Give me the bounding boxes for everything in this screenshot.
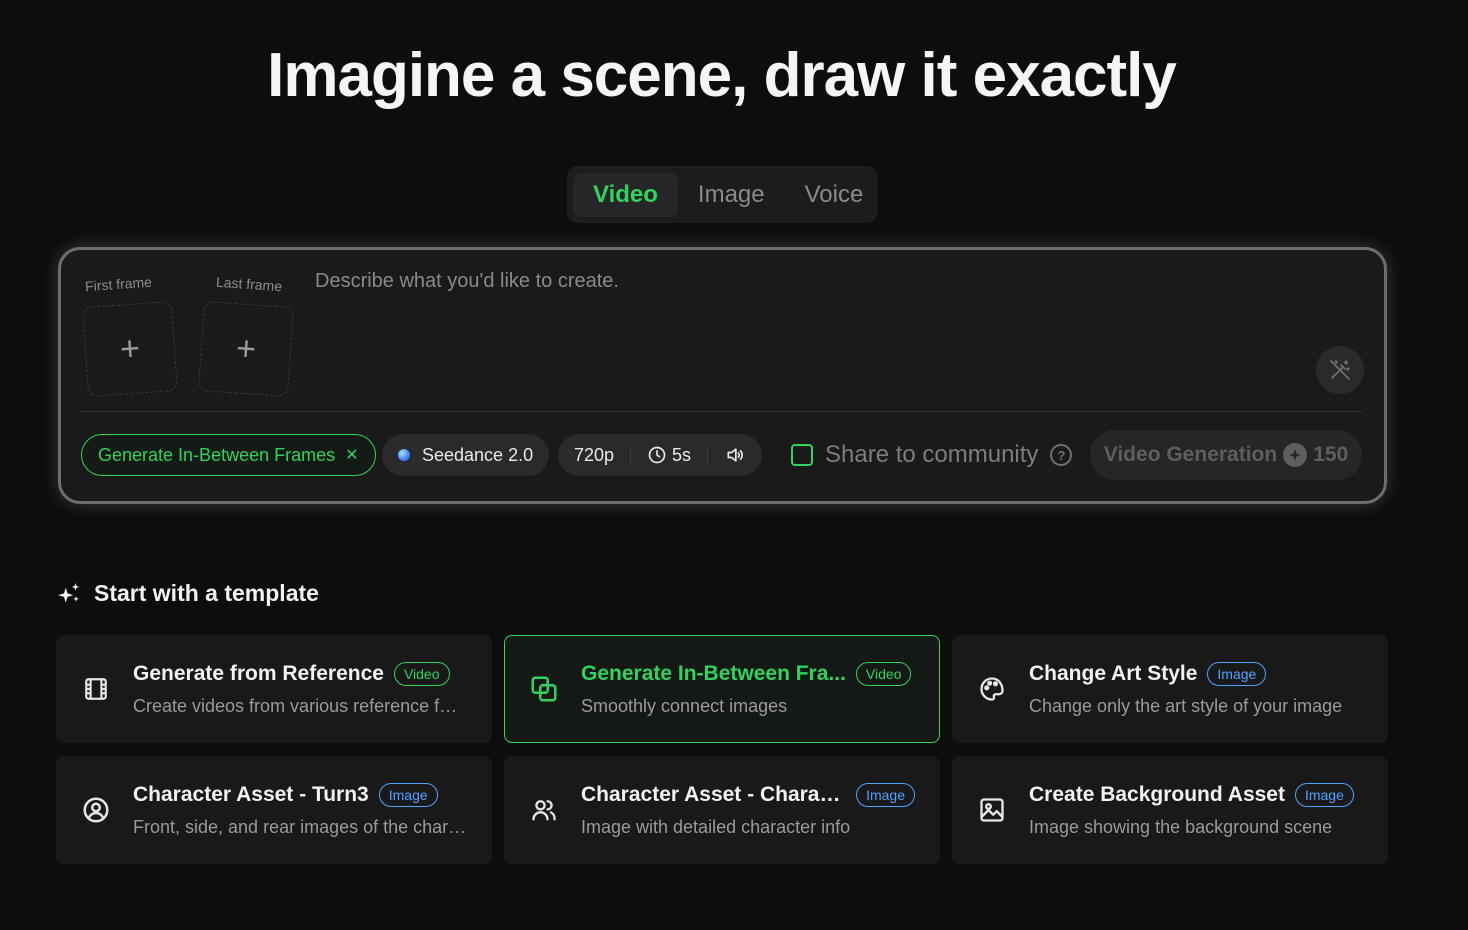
generate-label: Video Generation	[1103, 443, 1278, 466]
template-card[interactable]: Generate from Reference Video Create vid…	[56, 635, 492, 743]
model-selector[interactable]: Seedance 2.0	[382, 434, 550, 476]
share-to-community: Share to community ?	[791, 434, 1073, 476]
type-badge: Image	[856, 782, 915, 807]
card-subtitle: Image with detailed character info	[581, 816, 851, 837]
template-chip-label: Generate In-Between Frames	[98, 444, 336, 465]
palette-icon	[977, 674, 1007, 704]
settings-separator	[630, 446, 632, 464]
share-checkbox[interactable]	[791, 444, 813, 466]
template-section-header: Start with a template	[56, 580, 319, 607]
card-subtitle: Change only the art style of your image	[1029, 695, 1343, 716]
first-frame-upload[interactable]: +	[81, 300, 179, 398]
template-card[interactable]: Generate In-Between Fra... Video Smoothl…	[504, 635, 940, 743]
speaker-icon	[727, 448, 743, 462]
model-label: Seedance 2.0	[422, 444, 534, 465]
credit-icon	[1283, 443, 1308, 467]
card-title: Character Asset - Turn3	[133, 782, 369, 806]
page-title: Imagine a scene, draw it exactly	[267, 41, 1177, 110]
card-subtitle: Smoothly connect images	[581, 695, 788, 716]
card-title: Generate In-Between Fra...	[581, 661, 846, 685]
users-icon	[529, 795, 559, 825]
card-title: Generate from Reference	[133, 661, 384, 685]
prompt-composer: First frame Last frame + + Generate In-B…	[58, 247, 1387, 504]
model-logo-icon	[398, 449, 410, 461]
card-subtitle: Image showing the background scene	[1029, 816, 1333, 837]
card-subtitle: Front, side, and rear images of the char…	[133, 816, 467, 837]
clock-icon	[648, 446, 666, 464]
first-frame-label: First frame	[84, 273, 153, 295]
card-title: Change Art Style	[1029, 661, 1198, 685]
type-badge: Image	[1294, 782, 1354, 807]
duration-setting: 5s	[647, 445, 691, 466]
share-label: Share to community	[825, 441, 1039, 468]
type-badge: Image	[1207, 661, 1267, 686]
generation-settings[interactable]: 720p 5s	[558, 434, 763, 476]
type-badge: Video	[393, 661, 450, 686]
image-icon	[977, 795, 1007, 825]
template-card[interactable]: Character Asset - Turn3 Image Front, sid…	[56, 756, 492, 864]
tab-voice[interactable]: Voice	[785, 173, 884, 217]
magic-wand-icon	[1330, 360, 1350, 380]
card-title: Character Asset - Charac...	[581, 782, 847, 806]
card-title: Create Background Asset	[1029, 782, 1285, 806]
card-subtitle: Create videos from various reference for…	[133, 695, 467, 716]
duration-value: 5s	[672, 444, 692, 465]
template-card[interactable]: Change Art Style Image Change only the a…	[952, 635, 1388, 743]
settings-separator	[707, 446, 709, 464]
tab-video[interactable]: Video	[573, 172, 678, 217]
type-badge: Video	[855, 661, 912, 686]
help-icon[interactable]: ?	[1050, 444, 1073, 466]
prompt-input[interactable]	[315, 270, 1305, 400]
template-card[interactable]: Create Background Asset Image Image show…	[952, 756, 1388, 864]
generate-button[interactable]: Video Generation 150	[1090, 430, 1362, 480]
composer-divider	[81, 411, 1362, 412]
template-grid: Generate from Reference Video Create vid…	[56, 635, 1388, 864]
film-icon	[81, 674, 111, 704]
layers-icon	[529, 674, 559, 704]
last-frame-upload[interactable]: +	[197, 300, 295, 398]
template-chip[interactable]: Generate In-Between Frames ✕	[81, 434, 376, 476]
type-badge: Image	[378, 782, 438, 807]
mode-tabs: Video Image Voice	[567, 166, 877, 223]
template-card[interactable]: Character Asset - Charac... Image Image …	[504, 756, 940, 864]
sparkles-icon	[58, 582, 80, 603]
close-icon[interactable]: ✕	[345, 445, 358, 465]
last-frame-label: Last frame	[215, 273, 283, 295]
credit-cost: 150	[1313, 443, 1349, 466]
resolution-value: 720p	[574, 444, 615, 465]
enhance-prompt-button[interactable]	[1316, 346, 1364, 394]
user-circle-icon	[81, 795, 111, 825]
section-title: Start with a template	[94, 580, 319, 606]
tab-image[interactable]: Image	[678, 173, 785, 217]
